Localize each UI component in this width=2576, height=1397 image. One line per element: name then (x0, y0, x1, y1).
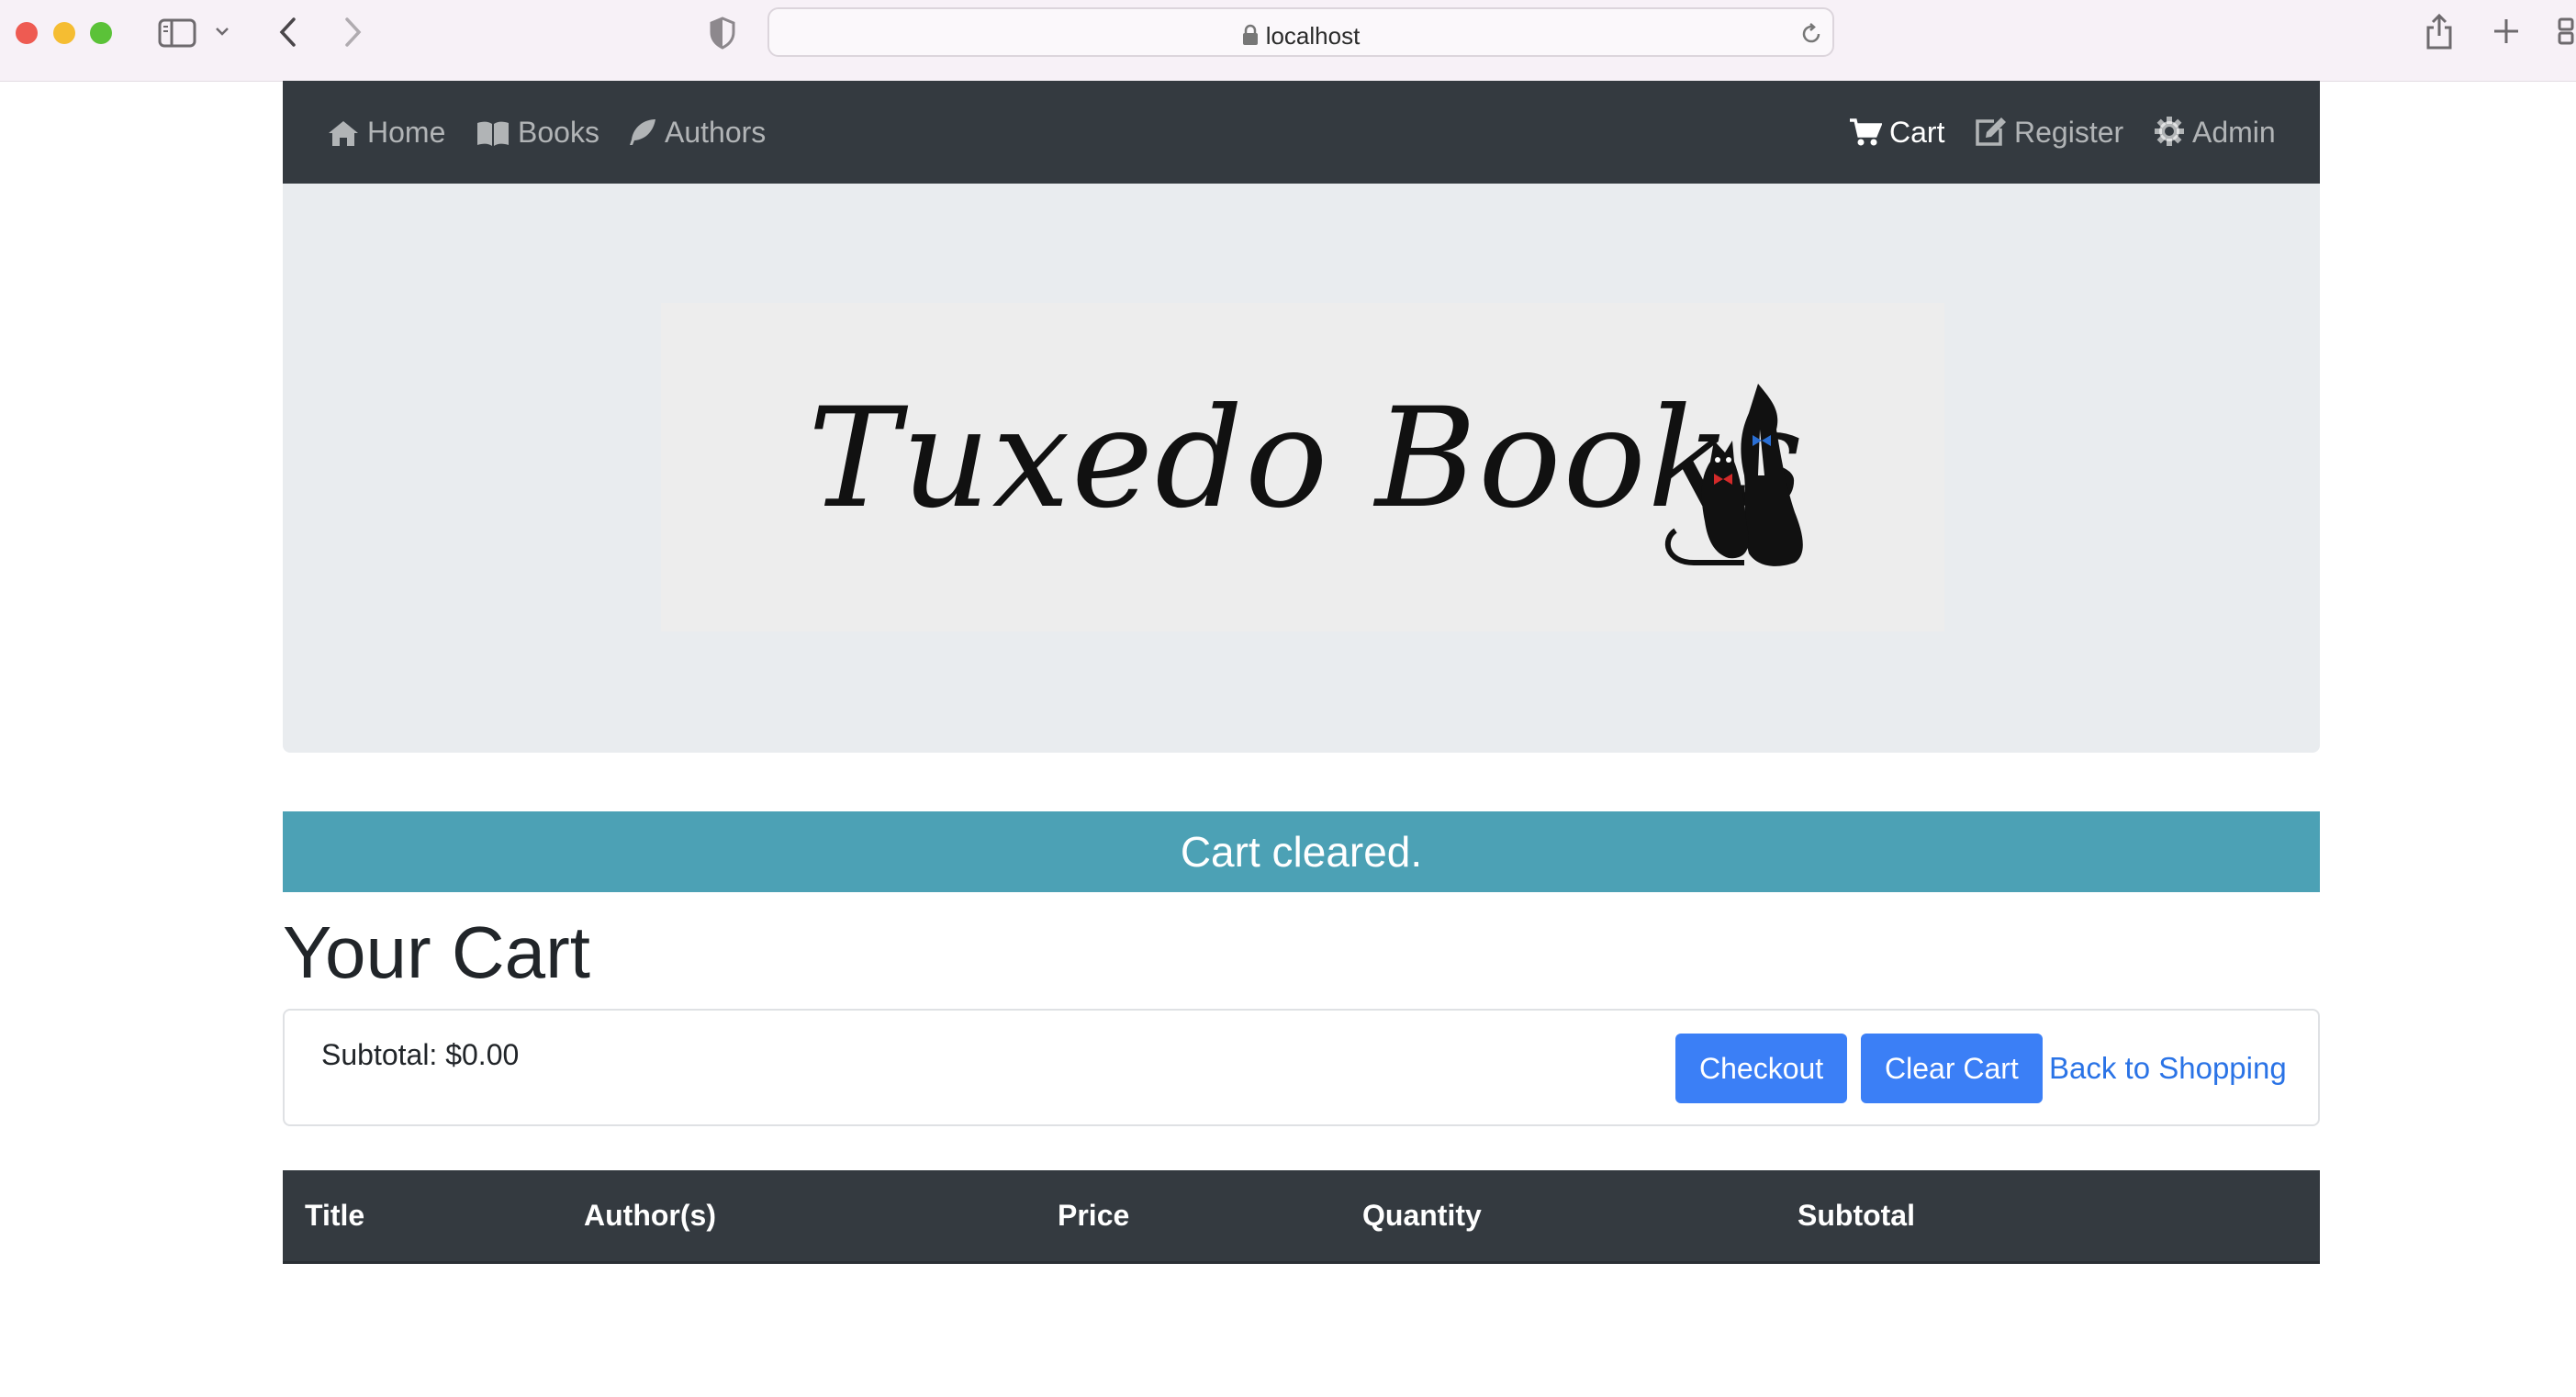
address-bar[interactable]: localhost (767, 7, 1834, 57)
home-icon (329, 121, 358, 146)
tab-overview-icon[interactable] (2558, 17, 2576, 46)
nav-admin-label: Admin (2192, 116, 2276, 149)
nav-cart-label: Cart (1889, 116, 1945, 149)
edit-icon (1976, 117, 2006, 146)
column-header-title: Title (305, 1199, 365, 1232)
checkout-button[interactable]: Checkout (1675, 1034, 1848, 1103)
column-header-price: Price (1058, 1199, 1130, 1232)
clear-cart-button[interactable]: Clear Cart (1861, 1034, 2043, 1103)
cart-summary-card: Subtotal: $0.00 Checkout Clear Cart Back… (283, 1009, 2320, 1126)
column-header-subtotal: Subtotal (1798, 1199, 1915, 1232)
book-open-icon (477, 121, 509, 146)
url-text: localhost (1265, 22, 1361, 50)
browser-toolbar: localhost (0, 0, 2576, 82)
minimize-window-button[interactable] (53, 22, 75, 44)
back-to-shopping-link[interactable]: Back to Shopping (2049, 1034, 2287, 1103)
forward-icon[interactable] (342, 17, 364, 48)
chevron-down-icon[interactable] (215, 26, 230, 37)
sidebar-toggle-icon[interactable] (158, 18, 196, 48)
column-header-quantity: Quantity (1362, 1199, 1482, 1232)
column-header-authors: Author(s) (584, 1199, 716, 1232)
new-tab-icon[interactable] (2492, 17, 2521, 46)
tuxedo-cats-logo (1664, 384, 1803, 566)
cart-subtotal: Subtotal: $0.00 (321, 1038, 520, 1071)
gear-icon (2155, 117, 2184, 146)
page-title: Your Cart (283, 911, 590, 993)
logo-text: Tuxedo Books (808, 379, 1806, 539)
flash-alert: Cart cleared. (283, 811, 2320, 892)
feather-icon (630, 119, 655, 145)
close-window-button[interactable] (16, 22, 38, 44)
share-icon[interactable] (2424, 11, 2455, 51)
nav-register-label: Register (2014, 116, 2124, 149)
logo[interactable]: Tuxedo Books (661, 303, 1944, 631)
nav-register[interactable]: Register (1974, 81, 2123, 184)
nav-cart[interactable]: Cart (1849, 81, 1944, 184)
cart-table-header: Title Author(s) Price Quantity Subtotal (283, 1170, 2320, 1264)
back-icon[interactable] (277, 17, 299, 48)
nav-home-label: Home (367, 116, 446, 149)
privacy-shield-icon[interactable] (709, 17, 736, 50)
nav-admin[interactable]: Admin (2154, 81, 2276, 184)
nav-authors[interactable]: Authors (626, 81, 766, 184)
cart-icon (1850, 118, 1883, 146)
nav-books[interactable]: Books (476, 81, 599, 184)
nav-authors-label: Authors (665, 116, 767, 149)
reload-icon[interactable] (1799, 22, 1823, 46)
lock-icon (1242, 24, 1258, 45)
nav-home[interactable]: Home (327, 81, 445, 184)
zoom-window-button[interactable] (90, 22, 112, 44)
nav-books-label: Books (518, 116, 599, 149)
main-navbar: Home Books Authors Cart Register Admin (283, 81, 2320, 184)
